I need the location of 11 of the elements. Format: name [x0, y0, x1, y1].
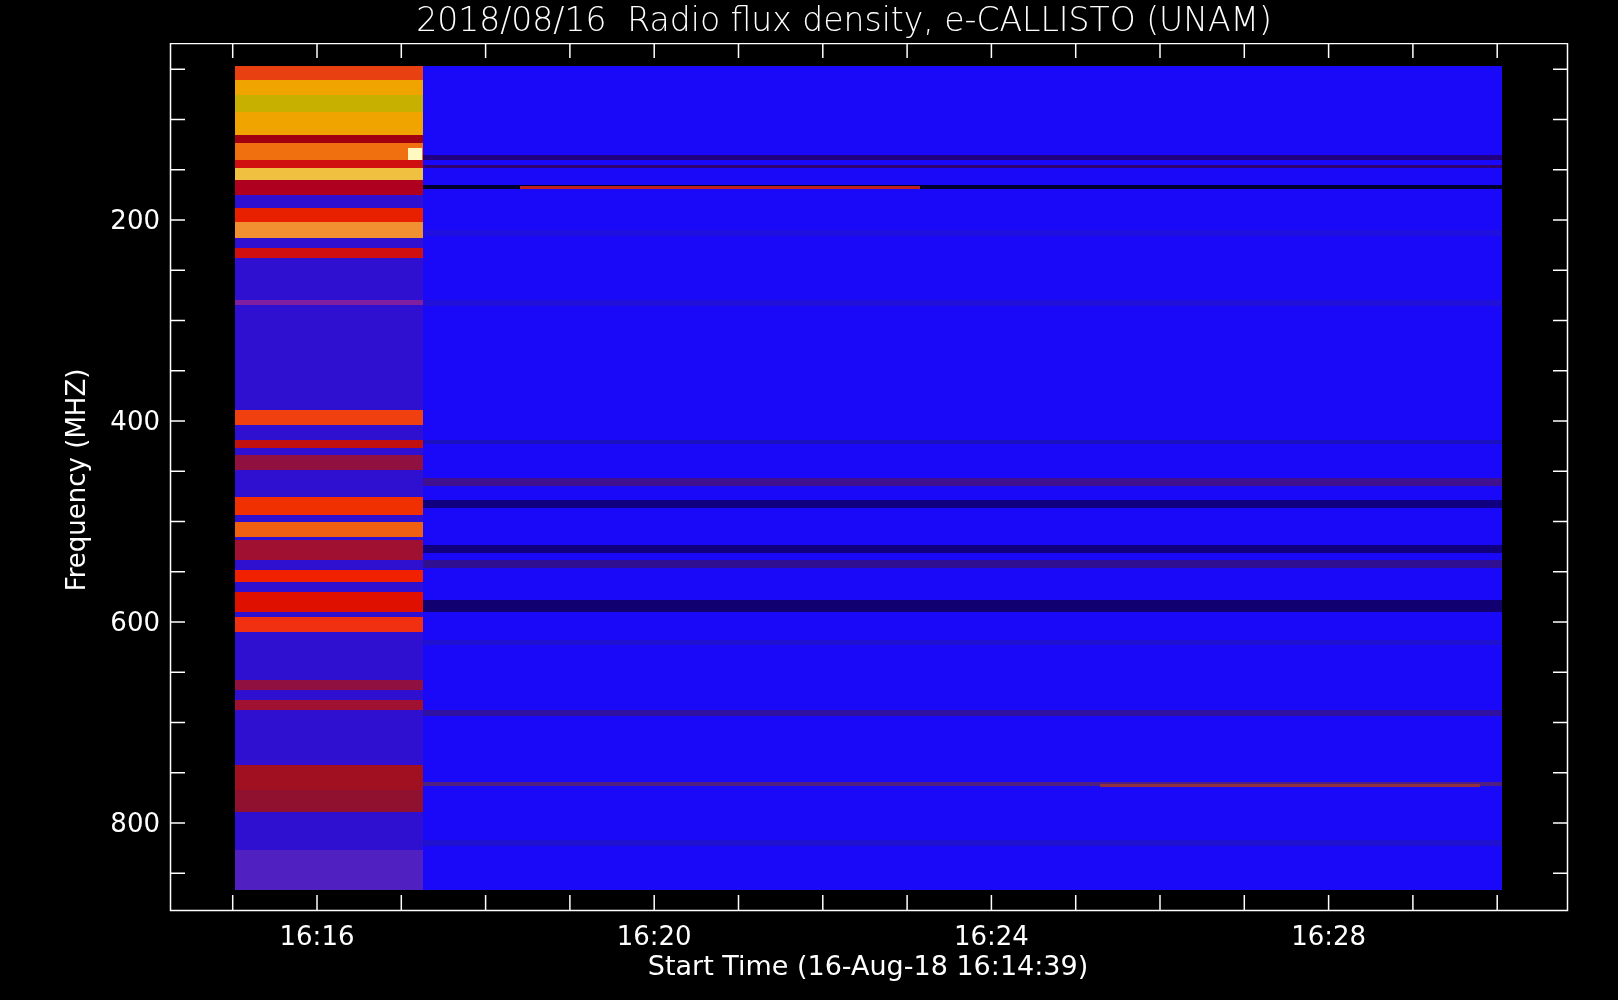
y-axis-label: Frequency (MHZ) [61, 368, 91, 592]
y-tick-label: 200 [110, 205, 160, 235]
x-tick-label: 16:20 [616, 921, 692, 951]
x-axis-label: Start Time (16-Aug-18 16:14:39) [647, 950, 1089, 981]
plot-title: 2018/08/16 Radio flux density, e-CALLISTO (UNAM) [416, 0, 1272, 41]
x-tick-label: 16:24 [953, 921, 1029, 951]
x-tick-label: 16:28 [1291, 921, 1367, 951]
x-tick-label: 16:16 [279, 921, 355, 951]
y-tick-label: 600 [110, 607, 160, 637]
y-tick-label: 800 [110, 808, 160, 838]
y-tick-label: 400 [110, 406, 160, 436]
